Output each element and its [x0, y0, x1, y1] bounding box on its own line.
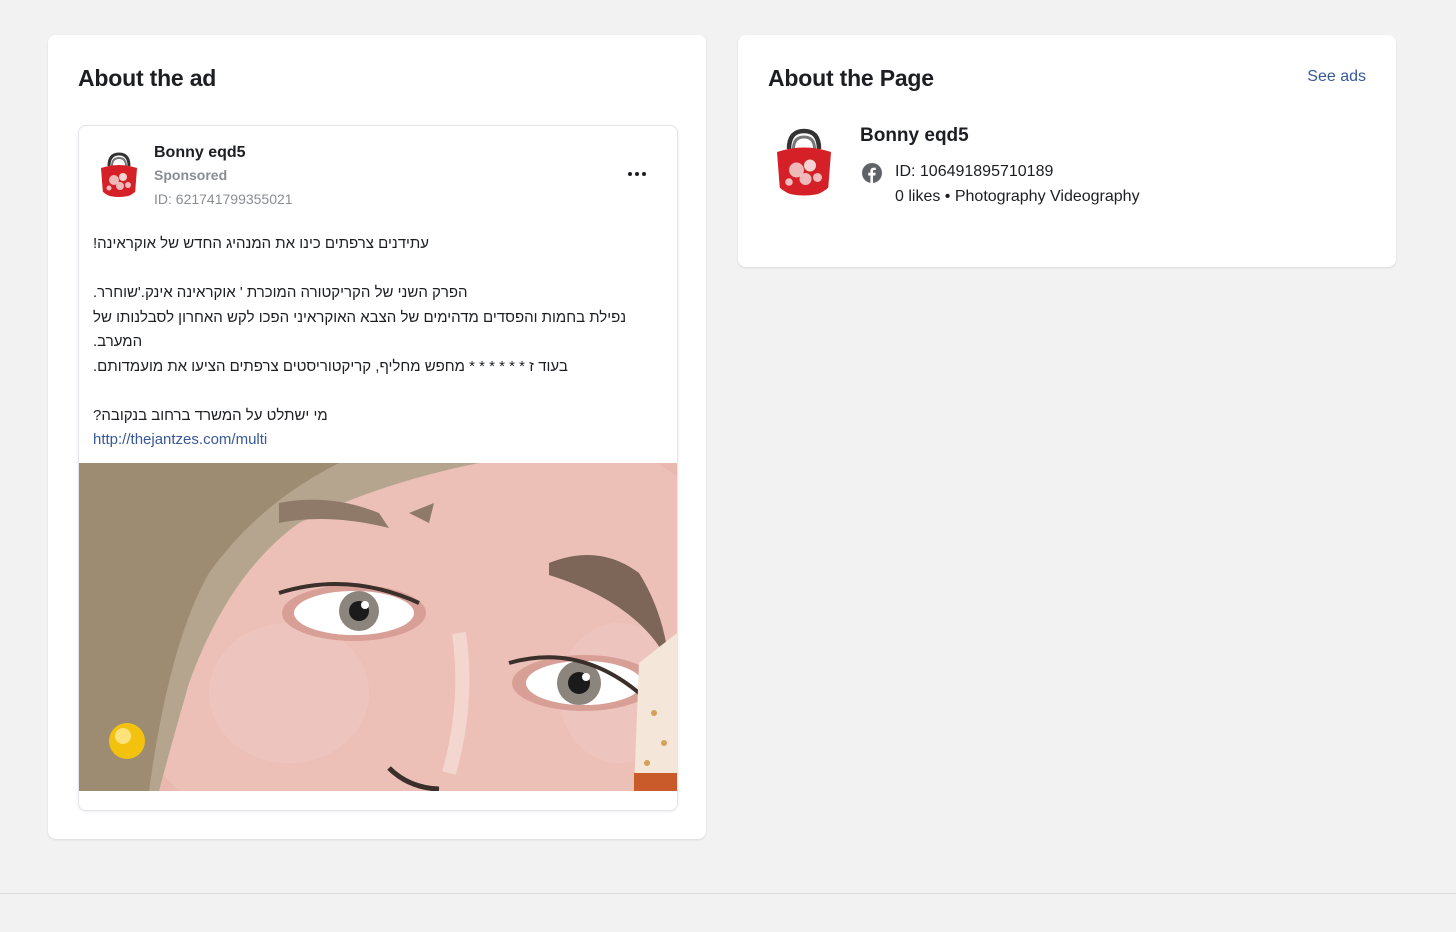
ad-body-text: עתידנים צרפתים כינו את המנהיג החדש של או… — [93, 232, 663, 453]
page-name[interactable]: Bonny eqd5 — [860, 125, 969, 147]
ad-link[interactable]: http://thejantzes.com/multi — [93, 431, 267, 448]
about-the-page-title: About the Page — [768, 65, 934, 91]
page-id: ID: 106491895710189 — [895, 163, 1054, 180]
ad-body-line: נפילת בחמות והפסדים מדהימים של הצבא האוק… — [88, 308, 627, 351]
ad-id: ID: 621741799355021 — [154, 191, 293, 207]
about-the-page-card: About the Page See ads Bonny eqd5 ID: 10… — [738, 35, 1396, 267]
page-meta: 0 likes • Photography Videography — [895, 188, 1140, 205]
footer-divider — [0, 893, 1456, 894]
ad-preview: Bonny eqd5 Sponsored ID: 621741799355021… — [78, 125, 678, 811]
more-horizontal-icon — [628, 172, 632, 176]
see-ads-link[interactable]: See ads — [1307, 68, 1366, 86]
page-avatar[interactable] — [768, 125, 840, 197]
advertiser-avatar[interactable] — [95, 150, 143, 198]
about-the-ad-title: About the ad — [78, 65, 217, 91]
sponsored-label: Sponsored — [154, 167, 228, 183]
ad-body-line: בעוד ז * * * * * * מחפש מחליף, קריקטוריס… — [93, 357, 568, 375]
about-the-ad-card: About the ad Bonny eqd5 Sponsored ID: 62… — [48, 35, 706, 839]
facebook-icon — [862, 163, 882, 183]
ad-body-line: עתידנים צרפתים כינו את המנהיג החדש של או… — [93, 235, 430, 252]
ad-creative-image[interactable] — [79, 463, 677, 791]
ad-body-line: הפרק השני של הקריקטורה המוכרת ' אוקראינה… — [93, 284, 468, 301]
advertiser-name[interactable]: Bonny eqd5 — [154, 144, 246, 162]
more-options-button[interactable] — [623, 162, 651, 186]
ad-body-line: מי ישתלט על המשרד ברחוב בנקובה? — [93, 406, 328, 424]
